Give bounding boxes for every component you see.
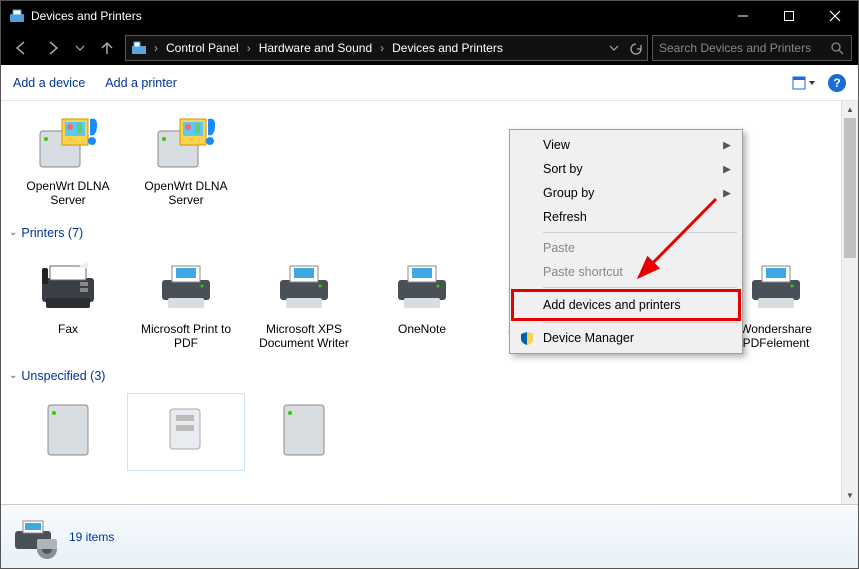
search-icon[interactable] [829, 40, 845, 56]
menu-separator [543, 232, 737, 233]
status-item-count: 19 items [69, 530, 114, 544]
submenu-arrow-icon: ▶ [723, 186, 731, 201]
generic-device-icon [32, 397, 104, 461]
maximize-button[interactable] [766, 1, 812, 31]
printer-icon [740, 254, 812, 318]
printer-label: Fax [58, 322, 78, 336]
printer-label: Microsoft Print to PDF [129, 322, 243, 351]
breadcrumb-part[interactable]: Hardware and Sound [253, 41, 378, 55]
media-server-icon [150, 111, 222, 175]
navigation-bar: › Control Panel › Hardware and Sound › D… [1, 31, 858, 65]
menu-add-devices-and-printers[interactable]: Add devices and printers [513, 291, 739, 319]
scroll-down-arrow-icon[interactable]: ▼ [842, 487, 858, 504]
refresh-button[interactable] [625, 36, 647, 60]
printer-item[interactable]: Microsoft XPS Document Writer [245, 250, 363, 355]
unspecified-group-header[interactable]: ⌄ Unspecified (3) [1, 365, 858, 387]
printers-header-label: Printers (7) [21, 226, 83, 240]
vertical-scrollbar[interactable]: ▲ ▼ [841, 101, 858, 504]
scroll-up-arrow-icon[interactable]: ▲ [842, 101, 858, 118]
breadcrumb[interactable]: › Control Panel › Hardware and Sound › D… [125, 35, 648, 61]
device-item[interactable] [9, 393, 127, 471]
menu-group-by[interactable]: Group by▶ [513, 181, 739, 205]
toolbar: Add a device Add a printer ? [1, 65, 858, 101]
generic-device-icon [268, 397, 340, 461]
printer-icon [150, 254, 222, 318]
printer-icon [268, 254, 340, 318]
media-server-icon [32, 111, 104, 175]
chevron-down-icon: ⌄ [9, 227, 17, 238]
scrollbar-thumb[interactable] [844, 118, 856, 258]
shield-icon [519, 330, 535, 346]
chevron-right-icon: › [378, 41, 386, 55]
chevron-down-icon: ⌄ [9, 370, 17, 381]
menu-device-manager[interactable]: Device Manager [513, 326, 739, 350]
recent-locations-button[interactable] [71, 34, 89, 62]
submenu-arrow-icon: ▶ [723, 138, 731, 153]
device-label: OpenWrt DLNA Server [129, 179, 243, 208]
forward-button[interactable] [39, 34, 67, 62]
printer-label: Microsoft XPS Document Writer [247, 322, 361, 351]
breadcrumb-part[interactable]: Control Panel [160, 41, 245, 55]
menu-separator [543, 322, 737, 323]
menu-paste: Paste [513, 236, 739, 260]
search-input[interactable]: Search Devices and Printers [652, 35, 852, 61]
menu-view[interactable]: View▶ [513, 133, 739, 157]
device-item[interactable] [127, 393, 245, 471]
menu-separator [543, 287, 737, 288]
window-title: Devices and Printers [31, 9, 142, 23]
printer-item[interactable]: OneNote [363, 250, 481, 355]
printer-item[interactable]: Fax [9, 250, 127, 355]
search-placeholder: Search Devices and Printers [659, 41, 829, 55]
devices-printers-icon [11, 513, 59, 561]
view-options-button[interactable] [790, 72, 818, 94]
back-button[interactable] [7, 34, 35, 62]
unspecified-row [1, 387, 858, 481]
add-device-button[interactable]: Add a device [13, 76, 85, 90]
generic-device-icon [150, 398, 222, 462]
device-item[interactable]: OpenWrt DLNA Server [127, 107, 245, 212]
history-dropdown-button[interactable] [603, 36, 625, 60]
unspecified-header-label: Unspecified (3) [21, 369, 105, 383]
printer-icon [386, 254, 458, 318]
printer-item[interactable]: Microsoft Print to PDF [127, 250, 245, 355]
menu-paste-shortcut: Paste shortcut [513, 260, 739, 284]
devices-printers-icon [9, 8, 25, 24]
fax-icon [32, 254, 104, 318]
add-printer-button[interactable]: Add a printer [105, 76, 177, 90]
device-item[interactable] [245, 393, 363, 471]
chevron-right-icon: › [152, 41, 160, 55]
location-icon [130, 39, 148, 57]
minimize-button[interactable] [720, 1, 766, 31]
device-item[interactable]: OpenWrt DLNA Server [9, 107, 127, 212]
device-label: OpenWrt DLNA Server [11, 179, 125, 208]
titlebar: Devices and Printers [1, 1, 858, 31]
chevron-right-icon: › [245, 41, 253, 55]
printer-label: OneNote [398, 322, 446, 336]
close-button[interactable] [812, 1, 858, 31]
menu-sort-by[interactable]: Sort by▶ [513, 157, 739, 181]
status-bar: 19 items [1, 504, 858, 568]
up-button[interactable] [93, 34, 121, 62]
context-menu: View▶ Sort by▶ Group by▶ Refresh Paste P… [509, 129, 743, 354]
help-button[interactable]: ? [828, 74, 846, 92]
submenu-arrow-icon: ▶ [723, 162, 731, 177]
menu-refresh[interactable]: Refresh [513, 205, 739, 229]
breadcrumb-part[interactable]: Devices and Printers [386, 41, 509, 55]
